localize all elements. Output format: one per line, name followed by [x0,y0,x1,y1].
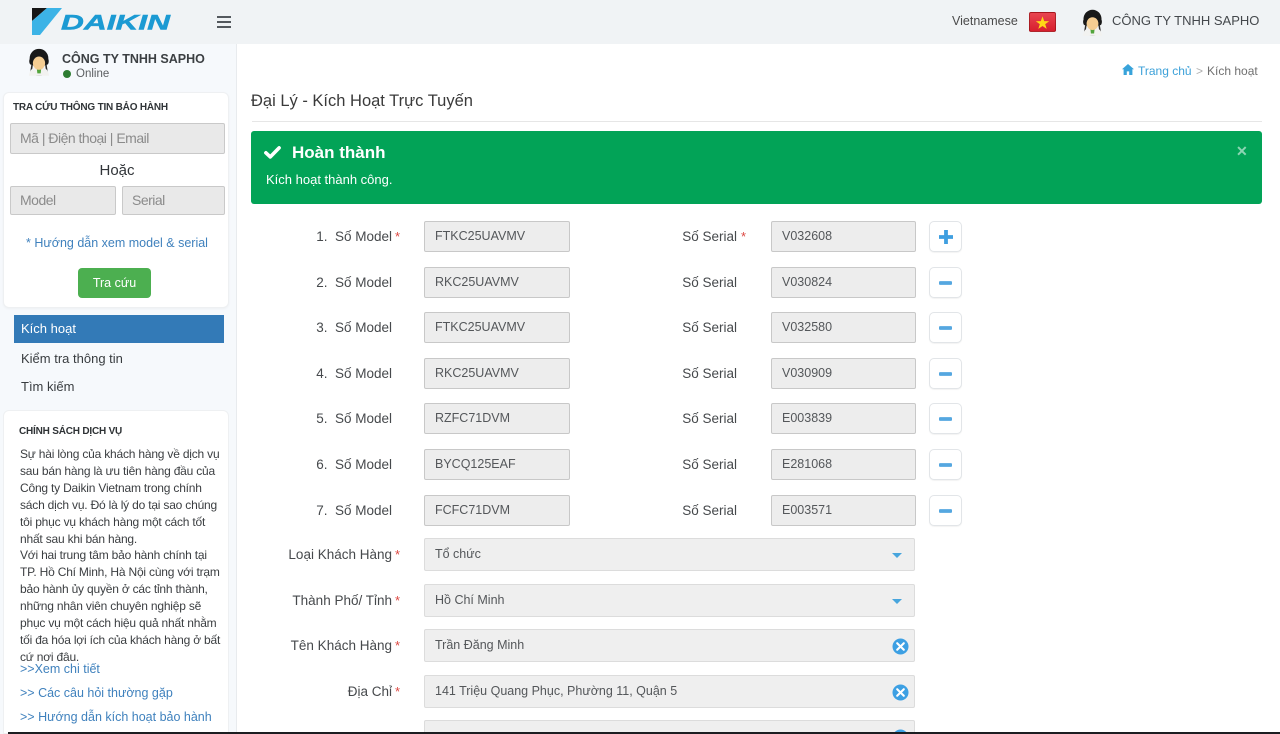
svg-text:DAIKIN: DAIKIN [61,12,171,35]
